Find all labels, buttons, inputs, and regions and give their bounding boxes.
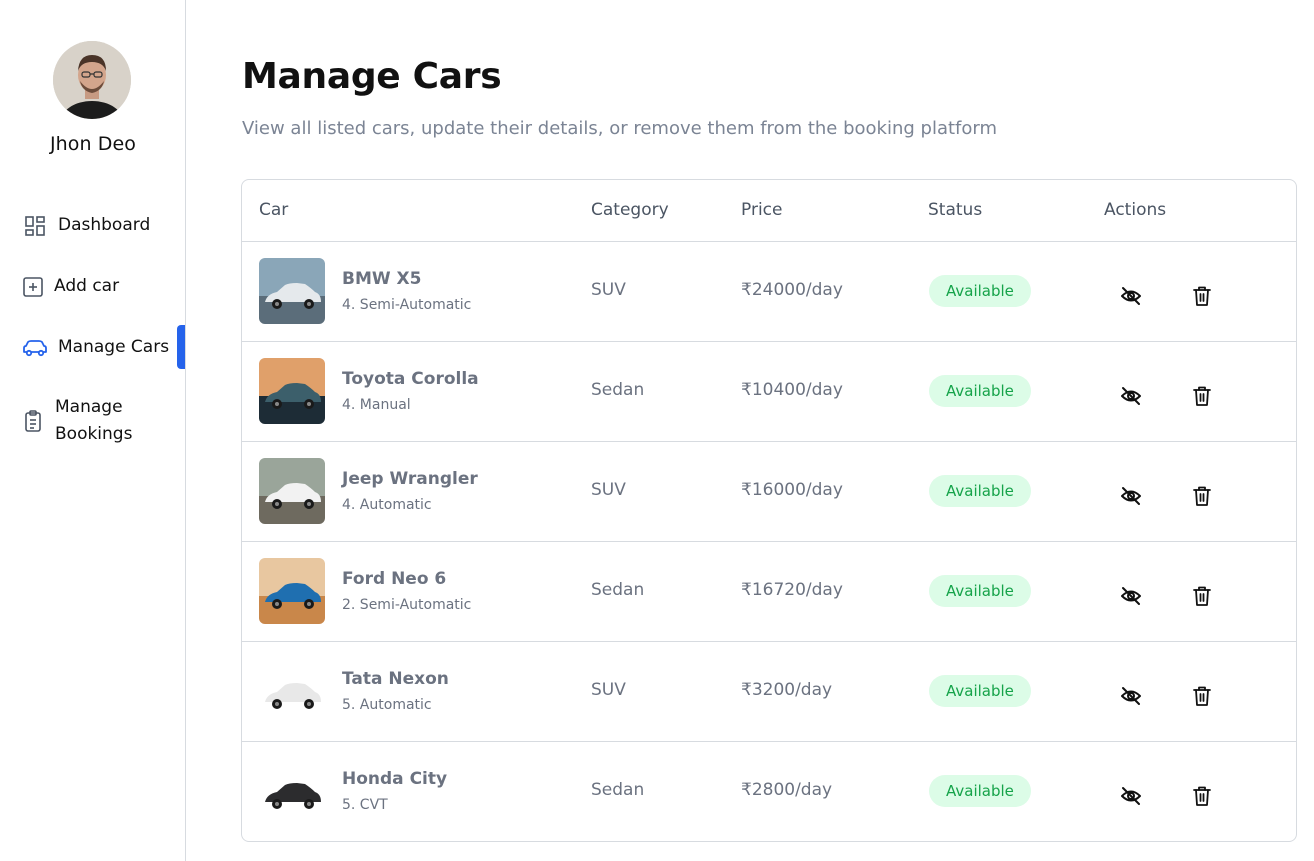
- table-row: Tata Nexon 5. Automatic SUV ₹3200/day Av…: [242, 642, 1296, 742]
- page-title: Manage Cars: [242, 56, 502, 97]
- table-row: Ford Neo 6 2. Semi-Automatic Sedan ₹1672…: [242, 542, 1296, 642]
- active-indicator: [177, 325, 185, 369]
- car-category: Sedan: [591, 580, 645, 600]
- sidebar-item-label: Dashboard: [58, 215, 151, 235]
- trash-icon: [1193, 286, 1211, 306]
- sidebar-item-label: Add car: [54, 276, 120, 296]
- car-thumbnail: [259, 758, 325, 824]
- car-price: ₹2800/day: [741, 780, 833, 800]
- user-name: Jhon Deo: [49, 133, 137, 155]
- hide-toggle-button[interactable]: [1119, 586, 1143, 606]
- table-row: BMW X5 4. Semi-Automatic SUV ₹24000/day …: [242, 242, 1296, 342]
- car-category: Sedan: [591, 780, 645, 800]
- status-badge: Available: [929, 575, 1031, 607]
- car-name: Ford Neo 6: [342, 569, 447, 589]
- delete-button[interactable]: [1192, 785, 1212, 807]
- car-name: Tata Nexon: [342, 669, 449, 689]
- column-header-price: Price: [741, 200, 783, 220]
- status-badge: Available: [929, 475, 1031, 507]
- delete-button[interactable]: [1192, 685, 1212, 707]
- car-icon: [22, 335, 48, 361]
- sidebar-item-dashboard[interactable]: Dashboard: [22, 212, 208, 239]
- status-badge: Available: [929, 775, 1031, 807]
- eye-off-icon: [1121, 587, 1141, 605]
- eye-off-icon: [1121, 787, 1141, 805]
- hide-toggle-button[interactable]: [1119, 486, 1143, 506]
- eye-off-icon: [1121, 287, 1141, 305]
- car-details: 5. Automatic: [342, 697, 432, 713]
- car-thumbnail: [259, 458, 325, 524]
- car-details: 4. Manual: [342, 397, 411, 413]
- car-name: Toyota Corolla: [342, 369, 479, 389]
- add-square-icon: [20, 274, 46, 300]
- clipboard-list-icon: [20, 408, 46, 434]
- delete-button[interactable]: [1192, 385, 1212, 407]
- sidebar-item-label: Manage Bookings: [55, 397, 133, 444]
- column-header-actions: Actions: [1104, 200, 1167, 220]
- eye-off-icon: [1121, 387, 1141, 405]
- car-thumbnail: [259, 358, 325, 424]
- car-category: SUV: [591, 480, 626, 500]
- car-thumbnail: [259, 558, 325, 624]
- column-header-car: Car: [259, 200, 289, 220]
- page-subtitle: View all listed cars, update their detai…: [242, 118, 998, 139]
- car-price: ₹24000/day: [741, 280, 843, 300]
- car-details: 4. Semi-Automatic: [342, 297, 472, 313]
- car-category: Sedan: [591, 380, 645, 400]
- car-details: 5. CVT: [342, 797, 388, 813]
- status-badge: Available: [929, 375, 1031, 407]
- car-price: ₹3200/day: [741, 680, 833, 700]
- hide-toggle-button[interactable]: [1119, 786, 1143, 806]
- avatar[interactable]: [53, 41, 131, 119]
- table-row: Honda City 5. CVT Sedan ₹2800/day Availa…: [242, 742, 1296, 841]
- delete-button[interactable]: [1192, 585, 1212, 607]
- trash-icon: [1193, 586, 1211, 606]
- table-row: Toyota Corolla 4. Manual Sedan ₹10400/da…: [242, 342, 1296, 442]
- hide-toggle-button[interactable]: [1119, 386, 1143, 406]
- delete-button[interactable]: [1192, 285, 1212, 307]
- car-category: SUV: [591, 280, 626, 300]
- cars-table: Car Category Price Status Actions BMW X5…: [241, 179, 1297, 842]
- sidebar: Jhon Deo Dashboard Add car Manage Cars M…: [0, 0, 186, 861]
- car-price: ₹16720/day: [741, 580, 843, 600]
- column-header-category: Category: [591, 200, 669, 220]
- eye-off-icon: [1121, 687, 1141, 705]
- car-name: Jeep Wrangler: [342, 469, 478, 489]
- trash-icon: [1193, 486, 1211, 506]
- car-thumbnail: [259, 258, 325, 324]
- trash-icon: [1193, 786, 1211, 806]
- car-details: 2. Semi-Automatic: [342, 597, 472, 613]
- car-name: Honda City: [342, 769, 448, 789]
- trash-icon: [1193, 686, 1211, 706]
- table-header: Car Category Price Status Actions: [242, 180, 1296, 242]
- car-name: BMW X5: [342, 269, 422, 289]
- sidebar-item-label: Manage Cars: [58, 337, 170, 357]
- sidebar-item-add-car[interactable]: Add car: [20, 273, 206, 300]
- sidebar-item-manage-bookings[interactable]: Manage Bookings: [20, 394, 206, 448]
- status-badge: Available: [929, 275, 1031, 307]
- delete-button[interactable]: [1192, 485, 1212, 507]
- eye-off-icon: [1121, 487, 1141, 505]
- car-price: ₹10400/day: [741, 380, 843, 400]
- car-price: ₹16000/day: [741, 480, 843, 500]
- column-header-status: Status: [928, 200, 983, 220]
- table-row: Jeep Wrangler 4. Automatic SUV ₹16000/da…: [242, 442, 1296, 542]
- hide-toggle-button[interactable]: [1119, 286, 1143, 306]
- car-thumbnail: [259, 658, 325, 724]
- car-details: 4. Automatic: [342, 497, 432, 513]
- car-category: SUV: [591, 680, 626, 700]
- hide-toggle-button[interactable]: [1119, 686, 1143, 706]
- trash-icon: [1193, 386, 1211, 406]
- status-badge: Available: [929, 675, 1031, 707]
- dashboard-icon: [22, 213, 48, 239]
